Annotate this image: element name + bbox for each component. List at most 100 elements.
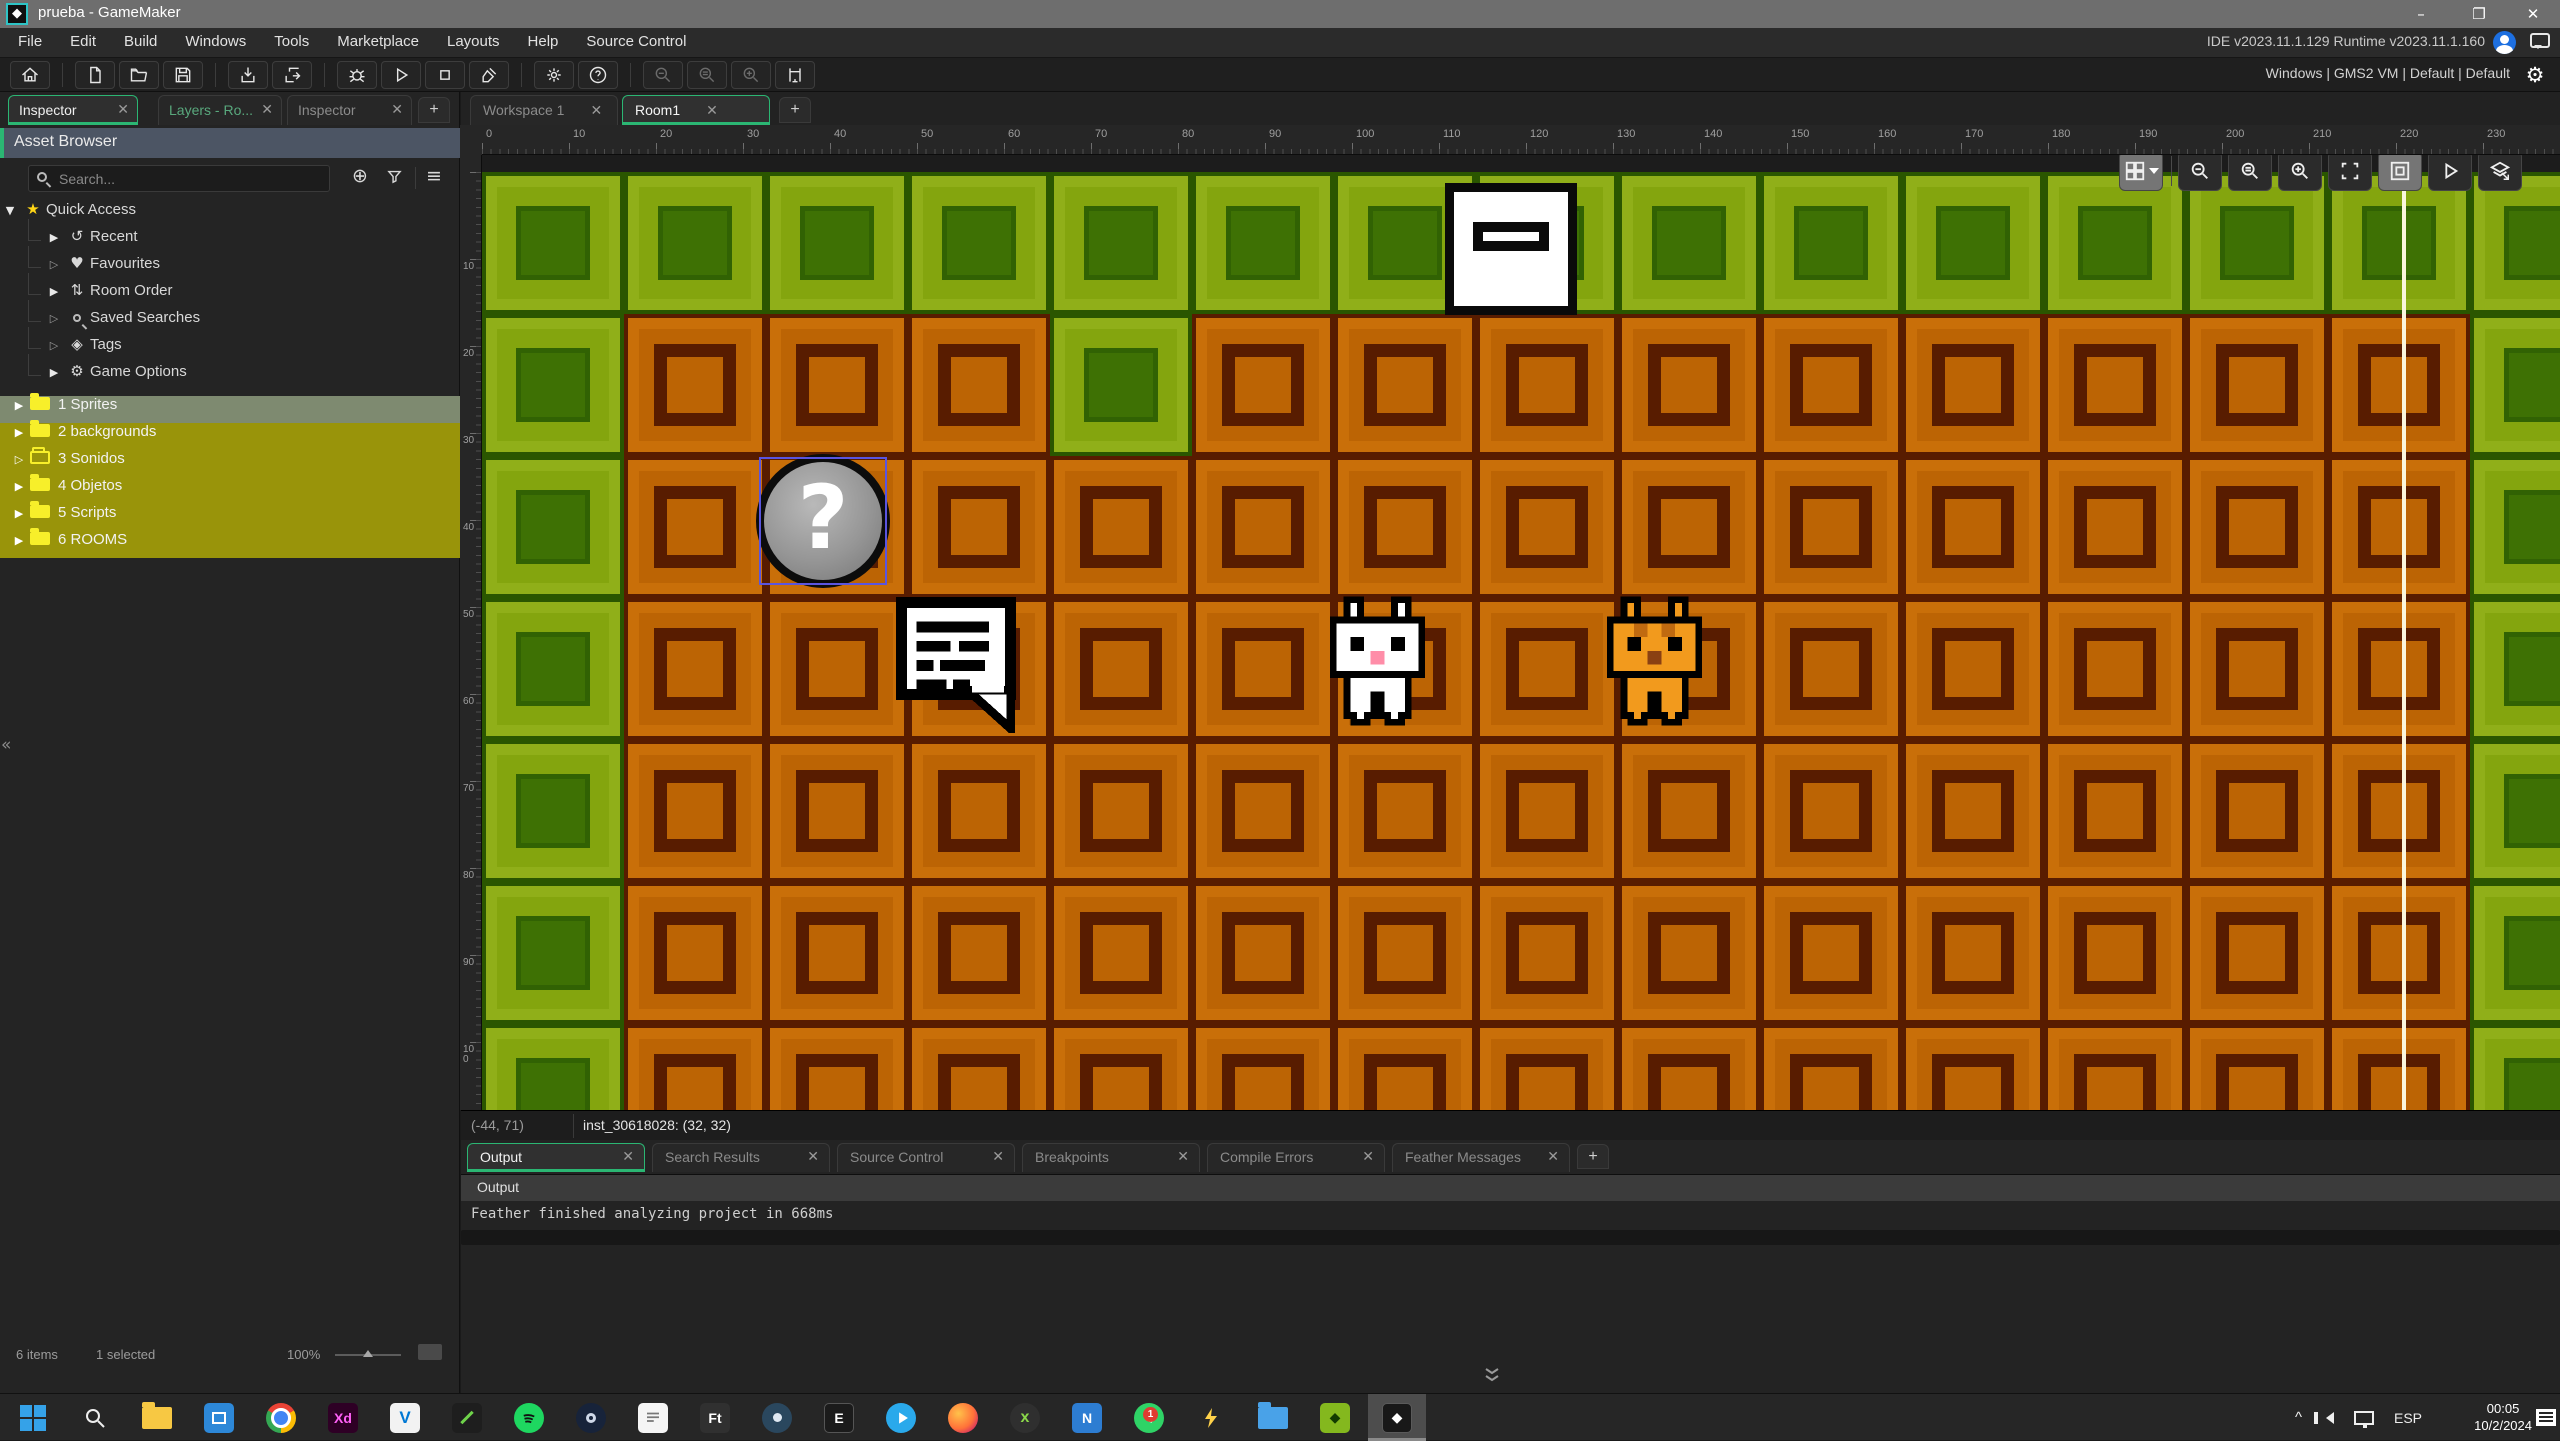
output-tab-output[interactable]: Output✕ — [467, 1143, 645, 1172]
import-button[interactable] — [228, 61, 268, 89]
taskbar-app-steam-library[interactable] — [748, 1394, 806, 1441]
caret-down-icon[interactable]: ▼ — [0, 204, 20, 217]
taskbar-app-spotify[interactable] — [500, 1394, 558, 1441]
folder-item-4-objetos[interactable]: ▶4 Objetos — [0, 477, 460, 504]
tree-item-favourites[interactable]: ▷♥Favourites — [0, 254, 460, 281]
close-tab-icon[interactable]: ✕ — [1177, 1149, 1189, 1165]
slider-thumb[interactable] — [363, 1350, 373, 1357]
close-tab-icon[interactable]: ✕ — [622, 1149, 634, 1165]
menu-source-control[interactable]: Source Control — [572, 28, 700, 55]
collapse-output-icon[interactable] — [1481, 1368, 1503, 1387]
chat-icon[interactable] — [2530, 33, 2550, 48]
output-tab-compile-errors[interactable]: Compile Errors✕ — [1207, 1143, 1385, 1172]
room-zoom-reset-button[interactable] — [2228, 155, 2272, 191]
target-settings-icon[interactable]: ⚙ — [2522, 62, 2548, 88]
taskbar-app-telegram[interactable] — [872, 1394, 930, 1441]
fullscreen-button[interactable] — [2328, 155, 2372, 191]
output-tab-breakpoints[interactable]: Breakpoints✕ — [1022, 1143, 1200, 1172]
settings-button[interactable] — [534, 61, 574, 89]
caret-right-icon[interactable]: ▶ — [8, 399, 30, 412]
close-tab-icon[interactable]: ✕ — [590, 103, 602, 119]
close-tab-icon[interactable]: ✕ — [1547, 1149, 1559, 1165]
platform-target-info[interactable]: Windows | GMS2 VM | Default | Default — [2266, 65, 2510, 81]
network-icon[interactable] — [2354, 1394, 2374, 1441]
workspace-tab-workspace-1[interactable]: Workspace 1✕ — [470, 95, 618, 125]
tree-item-quick-access[interactable]: ▼★Quick Access — [0, 200, 460, 227]
panel-zoom-slider[interactable] — [335, 1354, 401, 1356]
menu-marketplace[interactable]: Marketplace — [323, 28, 433, 55]
output-scrollbar[interactable] — [461, 1230, 2560, 1245]
close-tab-icon[interactable]: ✕ — [807, 1149, 819, 1165]
sprite-cat-white[interactable] — [1323, 596, 1432, 726]
taskbar-app-pen-app[interactable] — [438, 1394, 496, 1441]
close-tab-icon[interactable]: ✕ — [261, 102, 273, 118]
taskbar-app-chat-app[interactable] — [624, 1394, 682, 1441]
volume-icon[interactable] — [2326, 1394, 2334, 1441]
taskbar-app-store[interactable] — [190, 1394, 248, 1441]
taskbar-app-steam[interactable] — [562, 1394, 620, 1441]
notification-center-icon[interactable] — [2536, 1394, 2556, 1441]
menu-tools[interactable]: Tools — [260, 28, 323, 55]
menu-layouts[interactable]: Layouts — [433, 28, 514, 55]
room-zoom-out-button[interactable] — [2178, 155, 2222, 191]
sprite-speech-bubble[interactable] — [895, 596, 1032, 733]
close-tab-icon[interactable]: ✕ — [117, 102, 129, 118]
panel-tab-layers-ro-[interactable]: Layers - Ro...✕ — [158, 95, 282, 125]
filter-icon[interactable] — [386, 168, 403, 190]
search-input[interactable]: Search... — [28, 165, 330, 192]
caret-right-icon[interactable]: ▷ — [8, 453, 30, 466]
taskbar-app-gamemaker-active[interactable]: ◆ — [1368, 1394, 1426, 1441]
output-tab-feather-messages[interactable]: Feather Messages✕ — [1392, 1143, 1570, 1172]
close-tab-icon[interactable]: ✕ — [992, 1149, 1004, 1165]
run-button[interactable] — [381, 61, 421, 89]
output-tab-search-results[interactable]: Search Results✕ — [652, 1143, 830, 1172]
tree-item-recent[interactable]: ▶↺Recent — [0, 227, 460, 254]
caret-right-icon[interactable]: ▷ — [44, 258, 64, 271]
zoom-in-button[interactable] — [731, 61, 771, 89]
show-borders-button[interactable] — [2378, 155, 2422, 191]
menu-windows[interactable]: Windows — [171, 28, 260, 55]
user-avatar[interactable] — [2493, 31, 2516, 54]
caret-right-icon[interactable]: ▶ — [8, 507, 30, 520]
open-project-button[interactable] — [119, 61, 159, 89]
caret-right-icon[interactable]: ▶ — [8, 426, 30, 439]
zoom-reset-button[interactable] — [687, 61, 727, 89]
taskbar-app-notes-app[interactable]: N — [1058, 1394, 1116, 1441]
export-button[interactable] — [272, 61, 312, 89]
folder-item-3-sonidos[interactable]: ▷3 Sonidos — [0, 450, 460, 477]
caret-right-icon[interactable]: ▶ — [44, 366, 64, 379]
debug-button[interactable] — [337, 61, 377, 89]
menu-file[interactable]: File — [4, 28, 56, 55]
taskbar-app-xbox[interactable]: x — [996, 1394, 1054, 1441]
layers-button[interactable] — [2478, 155, 2522, 191]
folder-item-5-scripts[interactable]: ▶5 Scripts — [0, 504, 460, 531]
caret-right-icon[interactable]: ▷ — [44, 339, 64, 352]
browser-menu-icon[interactable]: ≡ — [426, 165, 442, 187]
caret-right-icon[interactable]: ▶ — [8, 534, 30, 547]
sprite-question-ball[interactable]: ? — [756, 454, 890, 588]
taskbar-app-file-explorer[interactable] — [128, 1394, 186, 1441]
tree-item-saved-searches[interactable]: ▷Saved Searches — [0, 308, 460, 335]
add-output-tab-button[interactable]: + — [1577, 1144, 1609, 1169]
grid-toggle-button[interactable] — [2119, 155, 2163, 191]
fit-window-button[interactable] — [775, 61, 815, 89]
folder-item-6-rooms[interactable]: ▶6 ROOMS — [0, 531, 460, 558]
help-button[interactable] — [578, 61, 618, 89]
taskbar-app-files-app[interactable] — [1244, 1394, 1302, 1441]
tree-item-room-order[interactable]: ▶⇅Room Order — [0, 281, 460, 308]
room-canvas[interactable]: ? — [482, 155, 2560, 1110]
close-tab-icon[interactable]: ✕ — [391, 102, 403, 118]
add-asset-icon[interactable]: ⊕ — [352, 165, 368, 187]
menu-build[interactable]: Build — [110, 28, 171, 55]
grid-dropdown-caret[interactable] — [2149, 168, 2159, 174]
taskbar-app-search[interactable] — [66, 1394, 124, 1441]
room-zoom-in-button[interactable] — [2278, 155, 2322, 191]
minimize-button[interactable]: – — [2398, 0, 2444, 28]
caret-right-icon[interactable]: ▶ — [44, 231, 64, 244]
taskbar-app-adobe-xd[interactable]: Xd — [314, 1394, 372, 1441]
save-project-button[interactable] — [163, 61, 203, 89]
add-workspace-tab-button[interactable]: + — [779, 97, 811, 123]
sprite-sign[interactable] — [1445, 183, 1577, 315]
taskbar-app-font-app[interactable]: Ft — [686, 1394, 744, 1441]
close-tab-icon[interactable]: ✕ — [1362, 1149, 1374, 1165]
